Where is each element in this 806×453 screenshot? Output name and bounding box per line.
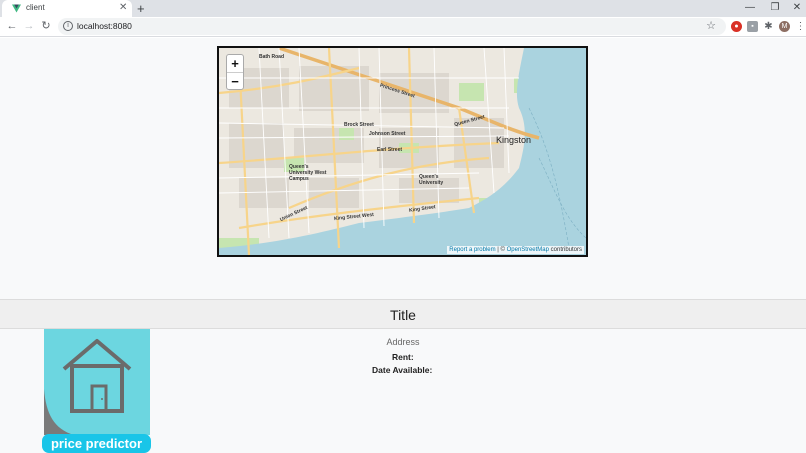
map-label-johnson-street: Johnson Street [369, 131, 406, 137]
rent-label: Rent: [392, 352, 414, 362]
report-problem-link[interactable]: Report a problem [449, 247, 495, 253]
map-label-brock-street: Brock Street [344, 122, 374, 128]
map-label-queens-university: Queen's University [419, 174, 444, 186]
zoom-control: + − [226, 54, 244, 90]
listing-title-bar: Title [0, 299, 806, 329]
zoom-out-button[interactable]: − [227, 72, 243, 89]
tab-close-icon[interactable]: ✕ [119, 2, 127, 14]
price-predictor-button[interactable]: price predictor [42, 434, 151, 453]
listing-card: Address Rent: Date Available: [0, 329, 806, 437]
browser-toolbar: ← → ↻ i localhost:8080 ☆ ● ▪ ✱ M ⋮ [0, 17, 806, 37]
star-icon[interactable]: ☆ [706, 19, 716, 32]
tab-strip: client ✕ + — ❐ ✕ [0, 0, 806, 17]
map-label-earl-street: Earl Street [377, 147, 403, 153]
url-text[interactable]: localhost:8080 [77, 21, 132, 31]
map-tiles [219, 48, 586, 255]
vue-logo-icon [12, 4, 21, 13]
map-attribution: Report a problem | © OpenStreetMap contr… [447, 246, 584, 254]
tab-client[interactable]: client ✕ [2, 0, 132, 17]
puzzle-icon[interactable]: ✱ [763, 21, 774, 32]
extension-icon[interactable]: ▪ [747, 21, 758, 32]
close-window-button[interactable]: ✕ [782, 0, 806, 17]
new-tab-button[interactable]: + [137, 0, 145, 17]
map[interactable]: Bath Road Princess Street Brock Street J… [217, 46, 588, 257]
avatar[interactable]: M [779, 21, 790, 32]
map-label-queens-west-campus: Queen's University West Campus [289, 164, 327, 182]
info-icon[interactable]: i [63, 21, 73, 31]
adblock-extension-icon[interactable]: ● [731, 21, 742, 32]
page-content: Bath Road Princess Street Brock Street J… [0, 38, 806, 453]
address-bar[interactable]: i localhost:8080 ☆ [58, 18, 726, 35]
map-label-kingston: Kingston [496, 135, 532, 145]
zoom-in-button[interactable]: + [227, 55, 243, 72]
forward-icon[interactable]: → [21, 18, 37, 34]
openstreetmap-link[interactable]: OpenStreetMap [507, 247, 549, 253]
listing-address: Address [386, 337, 420, 347]
reload-icon[interactable]: ↻ [38, 18, 54, 34]
date-available-label: Date Available: [372, 365, 433, 375]
map-label-bath-road: Bath Road [259, 54, 284, 60]
tab-title: client [26, 3, 45, 12]
menu-icon[interactable]: ⋮ [795, 21, 806, 32]
listing-title: Title [390, 307, 416, 323]
back-icon[interactable]: ← [4, 18, 20, 34]
